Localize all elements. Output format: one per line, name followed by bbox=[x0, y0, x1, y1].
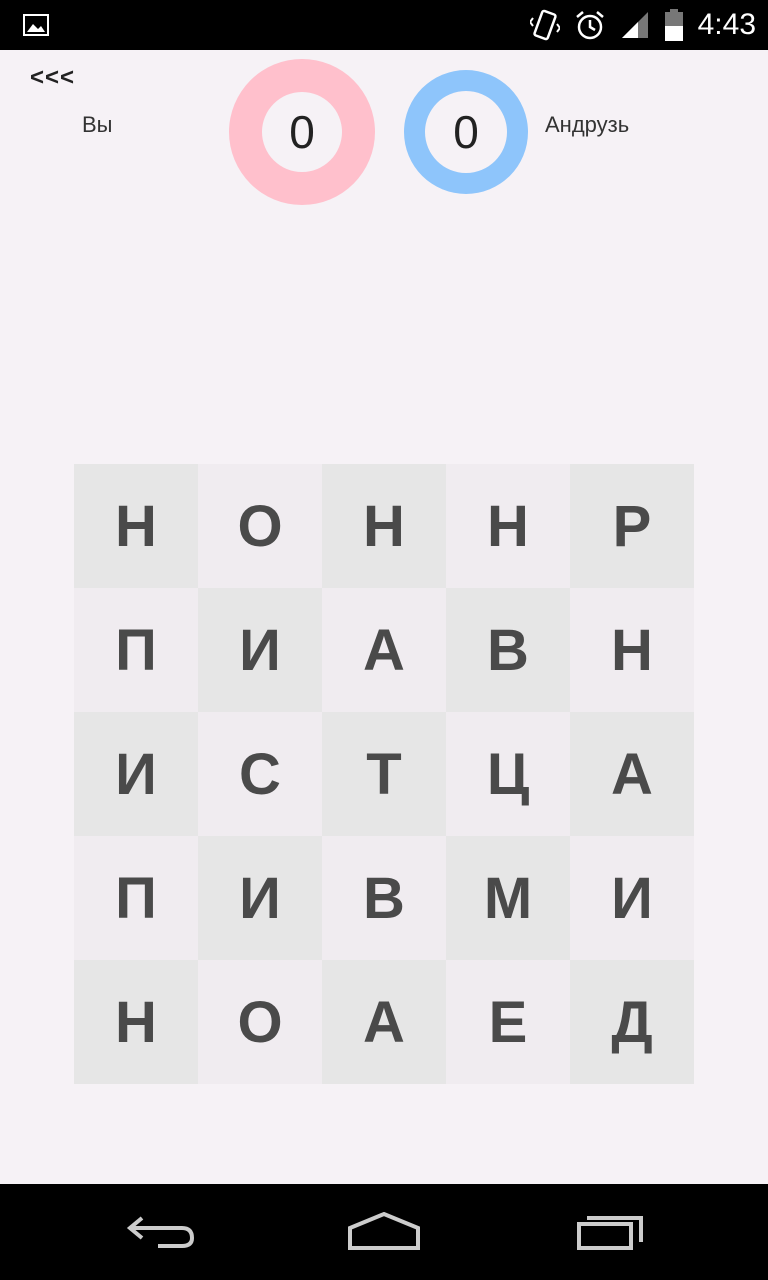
board-cell[interactable]: О bbox=[198, 464, 322, 588]
image-icon bbox=[23, 14, 49, 36]
player-you-name: Вы bbox=[82, 112, 113, 137]
board-cell[interactable]: Н bbox=[74, 464, 198, 588]
signal-icon bbox=[621, 12, 648, 38]
board-cell[interactable]: Н bbox=[446, 464, 570, 588]
board-cell[interactable]: О bbox=[198, 960, 322, 1084]
board-cell[interactable]: П bbox=[74, 588, 198, 712]
recent-apps-icon bbox=[577, 1216, 643, 1250]
board-cell[interactable]: Т bbox=[322, 712, 446, 836]
home-icon bbox=[348, 1212, 420, 1250]
player-opp-name: Андрузь bbox=[545, 112, 630, 137]
board-cell[interactable]: А bbox=[322, 960, 446, 1084]
letter-board: Н О Н Н Р П И А В Н И С Т Ц А П И В М И … bbox=[74, 464, 694, 1084]
status-bar: 4:43 bbox=[0, 0, 768, 50]
board-cell[interactable]: А bbox=[570, 712, 694, 836]
board-cell[interactable]: А bbox=[322, 588, 446, 712]
board-cell[interactable]: Р bbox=[570, 464, 694, 588]
board-cell[interactable]: Н bbox=[74, 960, 198, 1084]
back-button[interactable]: <<< bbox=[30, 64, 75, 92]
board-cell[interactable]: Ц bbox=[446, 712, 570, 836]
board-cell[interactable]: М bbox=[446, 836, 570, 960]
nav-recent-button[interactable] bbox=[570, 1204, 650, 1260]
status-right: 4:43 bbox=[529, 0, 756, 50]
player-you-score: 0 bbox=[262, 92, 342, 172]
board-cell[interactable]: И bbox=[570, 836, 694, 960]
board-cell[interactable]: Н bbox=[322, 464, 446, 588]
player-opp-score: 0 bbox=[425, 91, 507, 173]
status-time: 4:43 bbox=[697, 8, 756, 41]
vibrate-icon bbox=[529, 9, 560, 41]
board-cell[interactable]: И bbox=[74, 712, 198, 836]
nav-home-button[interactable] bbox=[344, 1204, 424, 1260]
game-screen: <<< Вы 0 0 Андрузь Н О Н Н Р П И А В Н И… bbox=[0, 50, 768, 1184]
player-you-score-ring: 0 bbox=[229, 59, 375, 205]
battery-icon bbox=[664, 9, 683, 41]
board-cell[interactable]: Н bbox=[570, 588, 694, 712]
back-icon bbox=[126, 1216, 195, 1248]
nav-back-button[interactable] bbox=[120, 1204, 200, 1260]
board-cell[interactable]: В bbox=[446, 588, 570, 712]
board-cell[interactable]: В bbox=[322, 836, 446, 960]
alarm-icon bbox=[575, 11, 604, 40]
board-cell[interactable]: И bbox=[198, 836, 322, 960]
player-opp-score-ring: 0 bbox=[404, 70, 528, 194]
board-cell[interactable]: П bbox=[74, 836, 198, 960]
board-cell[interactable]: Е bbox=[446, 960, 570, 1084]
board-cell[interactable]: И bbox=[198, 588, 322, 712]
nav-bar bbox=[0, 1184, 768, 1280]
board-cell[interactable]: С bbox=[198, 712, 322, 836]
board-cell[interactable]: Д bbox=[570, 960, 694, 1084]
